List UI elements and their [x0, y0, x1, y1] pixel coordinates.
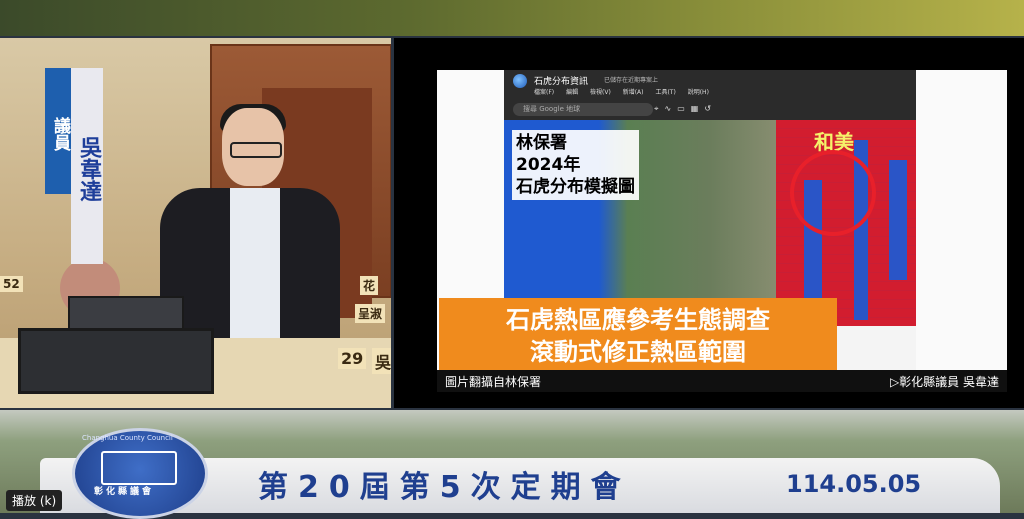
window-title: 石虎分布資訊 — [534, 77, 589, 87]
key-message-line-2: 滾動式修正熱區範圍 — [530, 338, 746, 366]
councilor-name-plate: 吳韋達 — [71, 68, 103, 264]
location-pin-icon[interactable]: ⌖ — [654, 104, 665, 113]
slide-right-margin — [916, 70, 1007, 378]
map-caption-line-2: 2024年 — [516, 155, 581, 175]
session-title: 第20屆第5次定期會 — [258, 470, 631, 505]
google-earth-icon — [513, 74, 527, 88]
council-logo-name: 彰化縣議會 — [94, 487, 155, 497]
menu-tools[interactable]: 工具(T) — [655, 89, 675, 96]
menu-add[interactable]: 新增(A) — [623, 89, 644, 96]
slide: 石虎分布資訊 已儲存在近期專案上 檔案(F) 編輯 檢視(V) 新增(A) 工具… — [437, 70, 1007, 378]
key-message-box: 石虎熱區應參考生態調查 滾動式修正熱區範圍 — [439, 298, 837, 376]
menu-help[interactable]: 說明(H) — [688, 89, 709, 96]
speaker-video: 議員 吳韋達 52 花 呈淑 29 吳 — [0, 38, 391, 408]
measure-icon[interactable]: ▭ — [677, 104, 691, 113]
councilor-title-plate: 議員 — [45, 68, 71, 194]
map-caption-line-1: 林保署 — [516, 133, 567, 153]
caption-bar: 圖片翻攝自林保署 ▷彰化縣議員 吳韋達 — [437, 370, 1007, 392]
grid-icon[interactable]: ▦ — [691, 104, 705, 113]
path-icon[interactable]: ∿ — [665, 104, 678, 113]
source-caption: 圖片翻攝自林保署 — [445, 375, 542, 389]
menu-edit[interactable]: 編輯 — [566, 89, 578, 96]
monitor-front — [18, 328, 214, 394]
council-logo-ring-text: Changhua County Council — [82, 434, 173, 442]
speaker-glasses — [230, 142, 282, 158]
presentation-panel: 石虎分布資訊 已儲存在近期專案上 檔案(F) 編輯 檢視(V) 新增(A) 工具… — [394, 38, 1024, 408]
menu-bar: 檔案(F) 編輯 檢視(V) 新增(A) 工具(T) 說明(H) — [534, 87, 719, 96]
map-search-input[interactable]: 搜尋 Google 地球 — [513, 103, 653, 116]
window-subtitle: 已儲存在近期專案上 — [604, 77, 659, 84]
key-message-line-1: 石虎熱區應參考生態調查 — [506, 306, 770, 334]
map-caption: 林保署 2024年 石虎分布模擬圖 — [512, 130, 639, 200]
menu-view[interactable]: 檢視(V) — [590, 89, 611, 96]
session-date: 114.05.05 — [786, 470, 922, 498]
play-button[interactable]: 播放 (k) — [6, 490, 63, 511]
top-banner-strip — [0, 0, 1024, 36]
desk-tag-3: 呈淑 — [355, 304, 386, 323]
map-toolbar: ⌖∿▭▦↺ — [654, 104, 717, 114]
desk-tag-5: 吳 — [372, 348, 391, 374]
blue-zone-3 — [889, 160, 907, 280]
menu-file[interactable]: 檔案(F) — [534, 89, 554, 96]
google-earth-window-bar: 石虎分布資訊 已儲存在近期專案上 檔案(F) 編輯 檢視(V) 新增(A) 工具… — [504, 70, 916, 120]
highlight-circle — [790, 150, 876, 236]
desk-tag-4: 29 — [338, 348, 367, 369]
council-building-icon — [101, 451, 177, 485]
desk-tag-2: 花 — [360, 276, 379, 295]
desk-tag-1: 52 — [0, 276, 23, 292]
map-caption-line-3: 石虎分布模擬圖 — [516, 177, 635, 197]
distribution-map: 林保署 2024年 石虎分布模擬圖 和美 — [504, 120, 916, 326]
history-icon[interactable]: ↺ — [704, 104, 717, 113]
channel-caption: ▷彰化縣議員 吳韋達 — [889, 375, 999, 389]
